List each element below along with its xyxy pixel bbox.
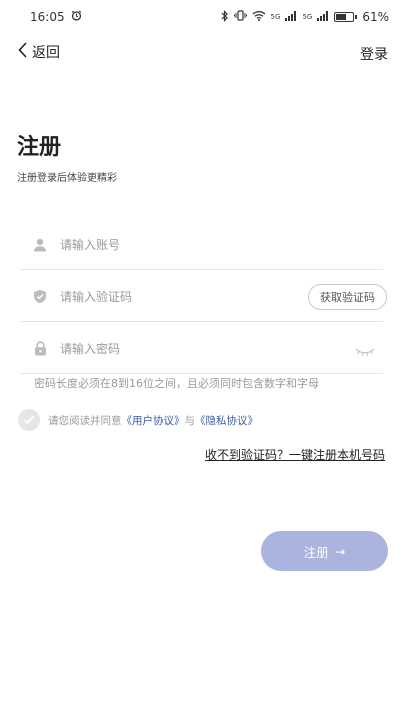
page-title: 注册 — [17, 135, 62, 160]
agreement-prefix: 请您阅读并同意 — [48, 414, 122, 427]
one-click-register-link[interactable]: 收不到验证码？一键注册本机号码 — [205, 446, 385, 463]
shield-icon — [20, 289, 60, 304]
user-icon — [20, 238, 60, 252]
battery-percent: 61% — [362, 10, 389, 24]
eye-closed-icon[interactable] — [355, 342, 375, 361]
privacy-agreement-link[interactable]: 《隐私协议》 — [195, 415, 258, 427]
page-subtitle: 注册登录后体验更精彩 — [17, 173, 117, 184]
account-field — [20, 220, 383, 270]
arrow-right-icon: → — [334, 543, 346, 559]
wifi-icon — [252, 10, 266, 24]
vibrate-icon — [233, 10, 247, 24]
status-time: 16:05 — [30, 10, 65, 24]
agreement-joiner: 与 — [184, 414, 196, 427]
nav-bar: 返回 登录 — [0, 40, 405, 68]
agreement-checkbox[interactable] — [18, 409, 40, 431]
get-code-button[interactable]: 获取验证码 — [308, 284, 387, 310]
agreement-row: 请您阅读并同意《用户协议》与《隐私协议》 — [18, 409, 258, 431]
chevron-left-icon — [18, 42, 28, 62]
signal-5g-1: 5G — [270, 13, 281, 21]
account-input[interactable] — [60, 229, 383, 260]
alarm-icon — [71, 10, 82, 24]
login-link[interactable]: 登录 — [360, 44, 388, 64]
status-bar: 16:05 5G 5G 61% — [0, 0, 405, 34]
user-agreement-link[interactable]: 《用户协议》 — [122, 415, 185, 427]
signal-5g-2: 5G — [302, 13, 313, 21]
status-left: 16:05 — [30, 10, 82, 24]
password-field — [20, 324, 383, 374]
bluetooth-icon — [221, 9, 229, 25]
check-icon — [23, 415, 35, 425]
code-field: 获取验证码 — [20, 272, 387, 322]
status-right: 5G 5G 61% — [221, 9, 389, 25]
back-button[interactable]: 返回 — [18, 42, 60, 62]
lock-icon — [20, 341, 60, 356]
register-button[interactable]: 注册 → — [261, 531, 388, 571]
signal-bars-icon — [285, 10, 297, 24]
password-hint: 密码长度必须在8到16位之间，且必须同时包含数字和字母 — [34, 377, 319, 390]
signal-bars-icon-2 — [317, 10, 329, 24]
agreement-text: 请您阅读并同意《用户协议》与《隐私协议》 — [48, 413, 258, 428]
back-label: 返回 — [32, 45, 60, 61]
password-input[interactable] — [60, 333, 383, 364]
battery-icon — [334, 12, 358, 22]
register-button-label: 注册 — [303, 544, 329, 560]
